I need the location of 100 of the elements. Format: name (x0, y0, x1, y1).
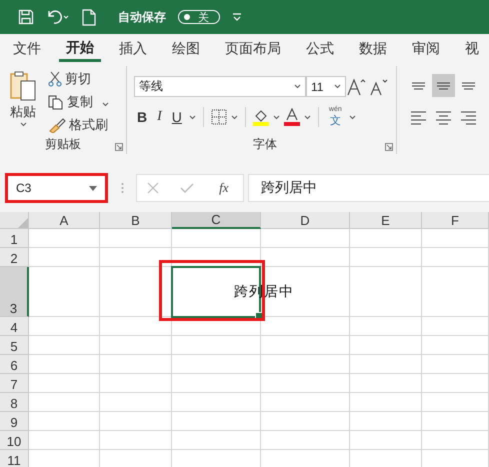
grid-cell[interactable] (422, 374, 489, 393)
underline-button[interactable]: U (168, 106, 185, 128)
grid-cell[interactable] (422, 267, 489, 317)
grid-cell[interactable] (422, 431, 489, 450)
grid-cell[interactable] (422, 317, 489, 336)
ribbon-tab[interactable]: 文件 (6, 34, 48, 62)
grid-cell[interactable] (29, 393, 100, 412)
font-name-field[interactable]: 等线 (134, 76, 306, 97)
grid-cell[interactable] (422, 412, 489, 431)
grid-cell[interactable] (350, 248, 422, 267)
grid-cell[interactable] (261, 374, 350, 393)
borders-icon[interactable] (210, 109, 227, 125)
undo-icon[interactable] (46, 9, 70, 25)
align-middle-button[interactable] (432, 74, 455, 97)
cut-button[interactable]: 剪切 (46, 70, 111, 88)
grid-cell[interactable] (350, 374, 422, 393)
grid-cell[interactable] (422, 248, 489, 267)
italic-button[interactable]: I (154, 106, 165, 128)
grid-cell[interactable] (422, 336, 489, 355)
grid-cell[interactable] (100, 374, 172, 393)
grid-cell[interactable] (29, 412, 100, 431)
grid-cell[interactable] (350, 229, 422, 248)
grid-cell[interactable] (422, 355, 489, 374)
grow-font-icon[interactable] (346, 78, 368, 96)
grid-cell[interactable] (29, 229, 100, 248)
ribbon-tab[interactable]: 页面布局 (218, 34, 288, 62)
row-header[interactable]: 11 (0, 450, 29, 467)
grid-cell[interactable] (350, 267, 422, 317)
fill-color-icon[interactable] (252, 108, 269, 126)
row-header[interactable]: 3 (0, 267, 29, 317)
grid-cell[interactable] (100, 229, 172, 248)
ribbon-tab[interactable]: 审阅 (405, 34, 447, 62)
ribbon-tab[interactable]: 数据 (352, 34, 394, 62)
grid-cell[interactable] (422, 393, 489, 412)
customize-caret-icon[interactable] (232, 13, 242, 21)
row-header[interactable]: 6 (0, 355, 29, 374)
format-painter-button[interactable]: 格式刷 (46, 116, 111, 134)
grid-cell[interactable] (261, 317, 350, 336)
row-header[interactable]: 8 (0, 393, 29, 412)
grid-cell[interactable] (350, 412, 422, 431)
column-header[interactable]: F (422, 212, 489, 229)
new-document-icon[interactable] (82, 8, 96, 26)
autosave-toggle[interactable]: 关 (178, 10, 220, 24)
grid-cell[interactable] (100, 431, 172, 450)
shrink-font-icon[interactable] (368, 78, 390, 96)
row-header[interactable]: 9 (0, 412, 29, 431)
grid-cell[interactable] (29, 336, 100, 355)
row-header[interactable]: 2 (0, 248, 29, 267)
grid-cell[interactable] (100, 355, 172, 374)
grid-cell[interactable] (29, 267, 100, 317)
grid-cell[interactable] (100, 248, 172, 267)
grid-cell[interactable] (172, 393, 261, 412)
grid-cell[interactable] (172, 374, 261, 393)
row-header[interactable]: 4 (0, 317, 29, 336)
grid-cell[interactable] (261, 248, 350, 267)
grid-cell[interactable] (172, 355, 261, 374)
row-header[interactable]: 7 (0, 374, 29, 393)
grid-cell[interactable] (172, 431, 261, 450)
bold-button[interactable]: B (134, 106, 150, 128)
row-header[interactable]: 1 (0, 229, 29, 248)
column-header[interactable]: B (100, 212, 172, 229)
grid-cell[interactable] (29, 317, 100, 336)
copy-button[interactable]: 复制 (46, 93, 111, 111)
grid-cell[interactable] (350, 336, 422, 355)
active-cell[interactable] (171, 266, 261, 318)
grid-cell[interactable] (350, 393, 422, 412)
row-header[interactable]: 5 (0, 336, 29, 355)
name-box[interactable]: C3 (5, 173, 108, 203)
grid-cell[interactable] (100, 412, 172, 431)
grid-cell[interactable] (29, 355, 100, 374)
ribbon-tab[interactable]: 插入 (112, 34, 154, 62)
cancel-icon[interactable] (147, 182, 160, 194)
ribbon-tab[interactable]: 开始 (59, 34, 101, 62)
grid-cell[interactable] (172, 229, 261, 248)
ribbon-tab[interactable]: 公式 (299, 34, 341, 62)
dialog-launcher-icon[interactable] (115, 143, 123, 151)
column-header[interactable]: D (261, 212, 350, 229)
font-size-field[interactable]: 11 (306, 76, 346, 97)
column-header[interactable]: A (29, 212, 100, 229)
grid-cell[interactable] (261, 393, 350, 412)
row-header[interactable]: 10 (0, 431, 29, 450)
formula-field[interactable]: 跨列居中 (248, 174, 489, 202)
grid-cell[interactable] (100, 336, 172, 355)
grid-cell[interactable] (29, 248, 100, 267)
column-header[interactable]: E (350, 212, 422, 229)
font-color-icon[interactable] (284, 108, 300, 126)
check-icon[interactable] (180, 182, 194, 194)
grid-cell[interactable] (261, 336, 350, 355)
grid-cell[interactable] (350, 355, 422, 374)
grid-cell[interactable] (100, 393, 172, 412)
grid-cell[interactable] (29, 374, 100, 393)
grid-cell[interactable] (350, 317, 422, 336)
paste-button[interactable]: 粘贴 (0, 66, 46, 134)
column-header[interactable]: C (172, 212, 261, 229)
grid-cell[interactable] (261, 412, 350, 431)
grid-cell[interactable] (261, 431, 350, 450)
grid-cell[interactable] (350, 431, 422, 450)
ribbon-tab[interactable]: 绘图 (165, 34, 207, 62)
grid-cell[interactable] (261, 355, 350, 374)
grid-cell[interactable] (172, 336, 261, 355)
